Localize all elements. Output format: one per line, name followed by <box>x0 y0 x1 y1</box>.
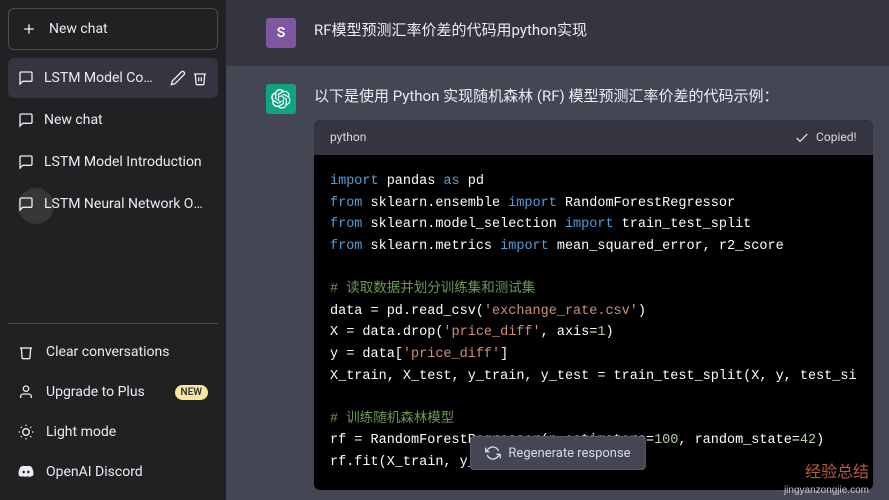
assistant-message-content: 以下是使用 Python 实现随机森林 (RF) 模型预测汇率价差的代码示例： … <box>314 84 873 490</box>
sidebar-item-lstm-intro[interactable]: LSTM Model Introduction <box>8 142 218 182</box>
regenerate-button[interactable]: Regenerate response <box>469 436 645 470</box>
sidebar: New chat LSTM Model Code Sa New chat LST… <box>0 0 226 500</box>
divider <box>8 323 218 324</box>
main-content: S RF模型预测汇率价差的代码用python实现 以下是使用 Python 实现… <box>226 0 889 500</box>
user-message-text: RF模型预测汇率价差的代码用python实现 <box>314 18 849 48</box>
chat-icon <box>18 154 34 170</box>
trash-icon[interactable] <box>192 70 208 86</box>
user-avatar: S <box>266 18 296 48</box>
sidebar-item-label: LSTM Neural Network Overvi <box>44 196 208 212</box>
sidebar-item-lstm-overview[interactable]: LSTM Neural Network Overvi <box>8 184 218 224</box>
assistant-message-row: 以下是使用 Python 实现随机森林 (RF) 模型预测汇率价差的代码示例： … <box>226 66 889 500</box>
discord-label: OpenAI Discord <box>46 464 143 480</box>
upgrade-label: Upgrade to Plus <box>46 384 145 400</box>
sun-icon <box>18 424 34 440</box>
sidebar-item-label: LSTM Model Code Sa <box>44 70 160 86</box>
sidebar-footer: Clear conversations Upgrade to Plus NEW … <box>8 332 218 492</box>
sidebar-item-lstm-code[interactable]: LSTM Model Code Sa <box>8 58 218 98</box>
chat-icon <box>18 70 34 86</box>
upgrade-button[interactable]: Upgrade to Plus NEW <box>8 372 218 412</box>
discord-button[interactable]: OpenAI Discord <box>8 452 218 492</box>
watermark-text: 经验总结 <box>805 458 869 482</box>
sidebar-item-label: New chat <box>44 112 208 128</box>
chat-icon <box>18 112 34 128</box>
conversation-list: LSTM Model Code Sa New chat LSTM Model I… <box>8 58 218 315</box>
new-chat-label: New chat <box>49 21 108 37</box>
regenerate-label: Regenerate response <box>508 446 630 461</box>
new-chat-button[interactable]: New chat <box>8 8 218 50</box>
check-icon <box>794 130 810 146</box>
user-icon <box>18 384 34 400</box>
code-block: python Copied! import pandas as pd from … <box>314 120 873 490</box>
edit-icon[interactable] <box>170 70 186 86</box>
chat-icon <box>18 196 34 212</box>
new-badge: NEW <box>175 385 209 400</box>
trash-icon <box>18 344 34 360</box>
sidebar-item-new-chat[interactable]: New chat <box>8 100 218 140</box>
clear-label: Clear conversations <box>46 344 169 360</box>
plus-icon <box>21 21 37 37</box>
openai-logo-icon <box>271 89 291 109</box>
refresh-icon <box>484 445 500 461</box>
watermark-url: jingyanzongjie.com <box>784 485 869 496</box>
copy-button[interactable]: Copied! <box>794 128 857 147</box>
code-language: python <box>330 128 366 147</box>
clear-conversations-button[interactable]: Clear conversations <box>8 332 218 372</box>
discord-icon <box>18 464 34 480</box>
light-mode-button[interactable]: Light mode <box>8 412 218 452</box>
sidebar-item-label: LSTM Model Introduction <box>44 154 208 170</box>
light-mode-label: Light mode <box>46 424 116 440</box>
user-message-row: S RF模型预测汇率价差的代码用python实现 <box>226 0 889 66</box>
copied-label: Copied! <box>816 128 857 147</box>
assistant-avatar <box>266 84 296 114</box>
assistant-intro-text: 以下是使用 Python 实现随机森林 (RF) 模型预测汇率价差的代码示例： <box>314 84 873 108</box>
code-header: python Copied! <box>314 120 873 155</box>
